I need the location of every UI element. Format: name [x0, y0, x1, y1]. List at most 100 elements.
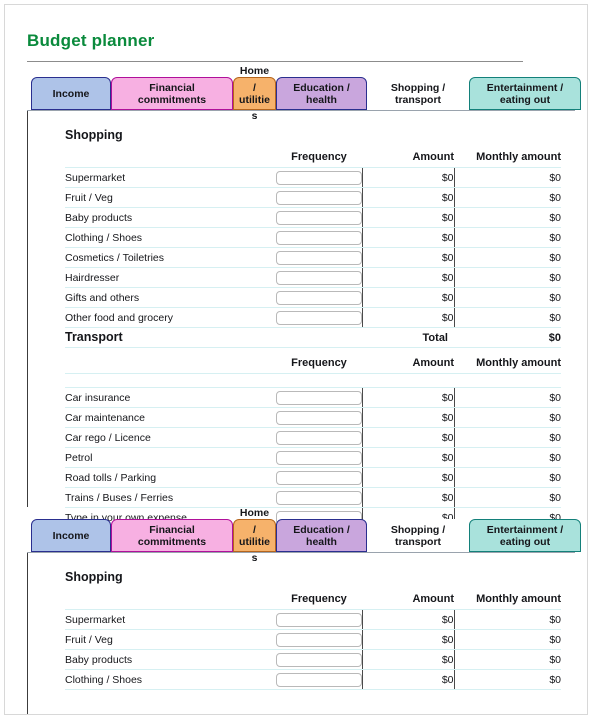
tab-education-health[interactable]: Education / health: [276, 77, 367, 110]
tab-label: Income: [52, 529, 90, 542]
frequency-cell: [276, 467, 362, 488]
amount-input[interactable]: $0: [361, 447, 455, 468]
table-row: Car rego / Licence $0 $0: [65, 427, 561, 448]
section-title-shopping: Shopping: [65, 128, 123, 142]
frequency-cell: [276, 207, 362, 228]
amount-input[interactable]: $0: [361, 467, 455, 488]
frequency-input[interactable]: [276, 672, 362, 687]
monthly-amount-value: $0: [454, 407, 561, 428]
tab-financial-commitments[interactable]: Financial commitments: [111, 519, 233, 552]
frequency-input[interactable]: [276, 612, 362, 627]
expense-label: Petrol: [65, 447, 276, 468]
amount-input[interactable]: $0: [361, 669, 455, 690]
tab-income[interactable]: Income: [31, 519, 111, 552]
table-total-row: Total$0: [65, 327, 561, 348]
tab-home-utilities[interactable]: / utilitie Home s: [233, 65, 276, 122]
amount-input[interactable]: $0: [361, 487, 455, 508]
frequency-cell: [276, 407, 362, 428]
tab-shopping-transport[interactable]: Shopping / transport: [367, 519, 469, 552]
amount-input[interactable]: $0: [361, 609, 455, 630]
expense-label: Gifts and others: [65, 287, 276, 308]
table-shopping-repeat: Frequency Amount Monthly amount Supermarket…: [65, 589, 561, 690]
frequency-input[interactable]: [276, 652, 362, 667]
table-shopping: Frequency Amount Monthly amount Supermarket…: [65, 147, 561, 348]
amount-input[interactable]: $0: [361, 247, 455, 268]
amount-input[interactable]: $0: [361, 649, 455, 670]
table-row: Supermarket $0 $0: [65, 167, 561, 188]
amount-input[interactable]: $0: [361, 207, 455, 228]
monthly-amount-value: $0: [454, 187, 561, 208]
expense-label: Baby products: [65, 207, 276, 228]
frequency-input[interactable]: [276, 310, 362, 325]
table-row: Trains / Buses / Ferries $0 $0: [65, 487, 561, 508]
expense-label: Supermarket: [65, 609, 276, 630]
amount-input[interactable]: $0: [361, 407, 455, 428]
amount-input[interactable]: $0: [361, 629, 455, 650]
tab-label: Income: [52, 87, 90, 100]
tab-bar-primary: Income Financial commitments / utilitie Hom…: [27, 65, 581, 122]
tab-education-health[interactable]: Education / health: [276, 519, 367, 552]
table-row: Baby products $0 $0: [65, 207, 561, 228]
table-row: Car insurance $0 $0: [65, 387, 561, 408]
table-row: Fruit / Veg $0 $0: [65, 187, 561, 208]
total-monthly-amount: $0: [454, 327, 561, 348]
amount-input[interactable]: $0: [361, 427, 455, 448]
frequency-cell: [276, 649, 362, 670]
table-row: Cosmetics / Toiletries $0 $0: [65, 247, 561, 268]
amount-input[interactable]: $0: [361, 287, 455, 308]
frequency-cell: [276, 609, 362, 630]
frequency-cell: [276, 387, 362, 408]
tab-label: / utilitie: [239, 81, 270, 106]
frequency-cell: [276, 267, 362, 288]
frequency-input[interactable]: [276, 632, 362, 647]
table-row: Baby products $0 $0: [65, 649, 561, 670]
tab-label: Entertainment / eating out: [486, 81, 564, 106]
tab-entertainment-eating-out[interactable]: Entertainment / eating out: [469, 519, 581, 552]
expense-label: Supermarket: [65, 167, 276, 188]
frequency-cell: [276, 307, 362, 328]
tab-label: Shopping / transport: [390, 81, 446, 106]
table-row: Supermarket $0 $0: [65, 609, 561, 630]
table-row: Road tolls / Parking $0 $0: [65, 467, 561, 488]
frequency-input[interactable]: [276, 230, 362, 245]
amount-input[interactable]: $0: [361, 267, 455, 288]
expense-label: Clothing / Shoes: [65, 669, 276, 690]
tab-shopping-transport[interactable]: Shopping / transport: [367, 77, 469, 110]
column-header-monthly-amount: Monthly amount: [454, 147, 561, 168]
frequency-input[interactable]: [276, 430, 362, 445]
frequency-cell: [276, 247, 362, 268]
frequency-input[interactable]: [276, 170, 362, 185]
expense-label: Car rego / Licence: [65, 427, 276, 448]
expense-label: Other food and grocery: [65, 307, 276, 328]
frequency-input[interactable]: [276, 210, 362, 225]
amount-input[interactable]: $0: [361, 227, 455, 248]
panel-left-rule: [27, 111, 28, 507]
amount-input[interactable]: $0: [361, 167, 455, 188]
title-divider: [27, 61, 523, 62]
amount-input[interactable]: $0: [361, 387, 455, 408]
frequency-input[interactable]: [276, 470, 362, 485]
frequency-input[interactable]: [276, 190, 362, 205]
table-row: Petrol $0 $0: [65, 447, 561, 468]
amount-input[interactable]: $0: [361, 187, 455, 208]
frequency-input[interactable]: [276, 390, 362, 405]
frequency-input[interactable]: [276, 410, 362, 425]
frequency-input[interactable]: [276, 490, 362, 505]
table-header-row: Frequency Amount Monthly amount: [65, 147, 561, 168]
column-header-amount: Amount: [362, 147, 454, 168]
tab-home-utilities[interactable]: / utilitie Home s: [233, 507, 276, 564]
tab-income[interactable]: Income: [31, 77, 111, 110]
tab-entertainment-eating-out[interactable]: Entertainment / eating out: [469, 77, 581, 110]
table-header-row: Frequency Amount Monthly amount: [65, 589, 561, 610]
expense-label: Baby products: [65, 649, 276, 670]
table-spacer-row: [65, 373, 561, 388]
tab-financial-commitments[interactable]: Financial commitments: [111, 77, 233, 110]
frequency-cell: [276, 447, 362, 468]
content-panel-secondary: Shopping Frequency Amount Monthly amount Su…: [27, 553, 575, 714]
frequency-input[interactable]: [276, 270, 362, 285]
frequency-input[interactable]: [276, 250, 362, 265]
amount-input[interactable]: $0: [361, 307, 455, 328]
frequency-input[interactable]: [276, 290, 362, 305]
frequency-input[interactable]: [276, 450, 362, 465]
panel-left-rule: [27, 553, 28, 714]
